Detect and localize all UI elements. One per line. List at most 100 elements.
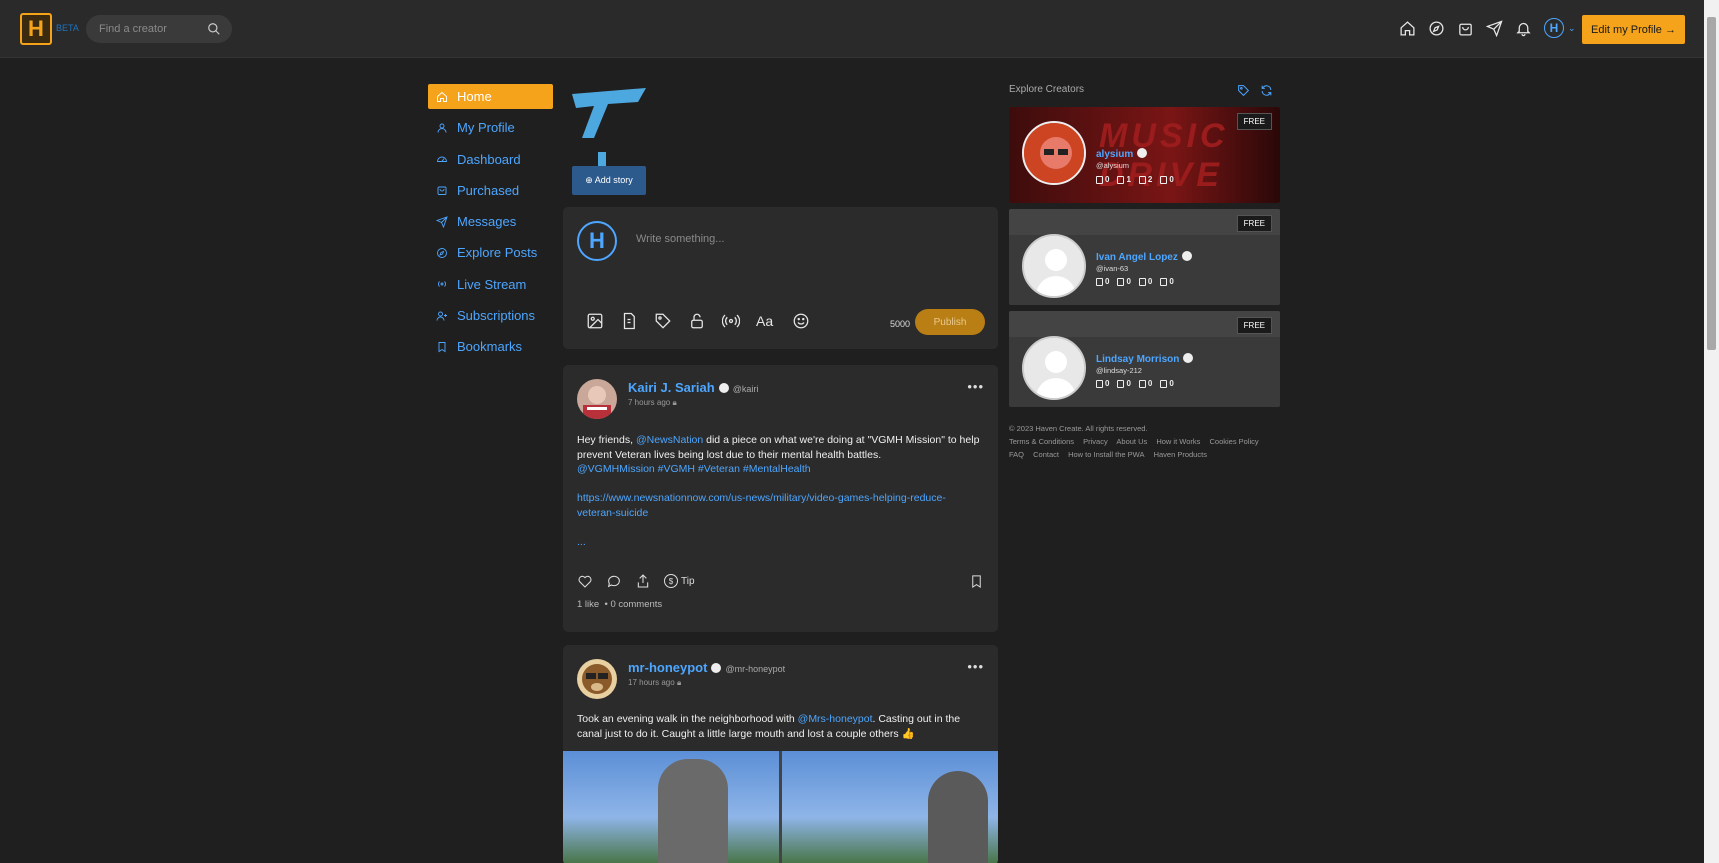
footer-link-how-it-works[interactable]: How it Works [1156, 437, 1200, 446]
stat-value: 0 [1126, 379, 1131, 388]
tip-button[interactable]: $ Tip [664, 574, 695, 588]
creator-stats: 0 1 2 0 [1096, 175, 1174, 184]
sidebar-item-home[interactable]: Home [428, 84, 553, 109]
posts-stat: 0 [1096, 175, 1109, 184]
footer-link-contact[interactable]: Contact [1033, 450, 1059, 459]
post-author-handle: @kairi [732, 384, 759, 394]
emoji-icon[interactable] [792, 312, 810, 330]
image-icon[interactable] [586, 312, 604, 330]
creator-name-text: alysium [1096, 149, 1134, 160]
post-author-avatar[interactable] [577, 379, 617, 419]
tag-icon[interactable] [654, 312, 672, 330]
sidebar-item-dashboard[interactable]: Dashboard [428, 147, 553, 172]
heart-icon[interactable] [577, 573, 593, 589]
hashtag-links[interactable]: @VGMHMission #VGMH #Veteran #MentalHealt… [577, 463, 811, 475]
tag-icon[interactable] [1237, 84, 1250, 97]
chevron-down-icon[interactable]: ⌄ [1568, 23, 1576, 34]
creator-avatar[interactable] [1022, 121, 1086, 185]
search-icon[interactable] [207, 22, 221, 36]
post-text: Hey friends, [577, 434, 636, 446]
publish-button[interactable]: Publish [915, 309, 985, 335]
story-artwork[interactable] [568, 86, 648, 166]
lock-icon: 🔒︎ [672, 398, 677, 407]
sidebar-item-live-stream[interactable]: Live Stream [428, 272, 553, 297]
creator-stats: 0 0 0 0 [1096, 379, 1174, 388]
mic-icon [1160, 175, 1168, 184]
compass-icon[interactable] [1428, 20, 1445, 37]
avatar-letter: H [589, 228, 605, 253]
video-icon [1138, 277, 1146, 286]
creator-avatar[interactable] [1022, 336, 1086, 400]
sidebar-item-bookmarks[interactable]: Bookmarks [428, 334, 553, 359]
file-icon[interactable] [620, 312, 638, 330]
creator-card[interactable]: FREE Lindsay Morrison @lindsay-212 0 0 0… [1009, 311, 1280, 407]
creator-name[interactable]: Ivan Angel Lopez [1096, 251, 1192, 263]
send-icon[interactable] [1486, 19, 1503, 37]
bag-icon[interactable] [1457, 20, 1474, 37]
mention-link[interactable]: @Mrs-honeypot [798, 713, 873, 725]
user-avatar[interactable]: H [1544, 18, 1564, 38]
footer-links: Terms & Conditions Privacy About Us How … [1009, 435, 1266, 448]
home-icon[interactable] [1399, 20, 1416, 37]
stat-value: 0 [1105, 175, 1110, 184]
footer-link-haven-products[interactable]: Haven Products [1154, 450, 1207, 459]
post-author-avatar[interactable] [577, 659, 617, 699]
creator-avatar[interactable] [1022, 234, 1086, 298]
footer-link-cookies[interactable]: Cookies Policy [1209, 437, 1258, 446]
edit-profile-button[interactable]: Edit my Profile → [1582, 15, 1685, 44]
more-options-icon[interactable]: ••• [967, 379, 984, 394]
post-photo[interactable] [563, 751, 998, 863]
creator-card[interactable]: FREE Ivan Angel Lopez @ivan-63 0 0 0 0 [1009, 209, 1280, 305]
broadcast-icon [438, 281, 446, 288]
beta-label: BETA [56, 23, 79, 33]
video-icon [1138, 175, 1146, 184]
footer-link-faq[interactable]: FAQ [1009, 450, 1024, 459]
sidebar-item-label: Subscriptions [457, 308, 536, 324]
broadcast-icon[interactable] [722, 312, 740, 330]
stat-value: 0 [1169, 277, 1174, 286]
post-author-name[interactable]: mr-honeypot @mr-honeypot [628, 660, 785, 675]
stat-value: 0 [1105, 379, 1110, 388]
comment-icon[interactable] [606, 573, 622, 589]
composer-input[interactable]: Write something... [636, 233, 724, 245]
article-link[interactable]: https://www.newsnationnow.com/us-news/mi… [577, 492, 946, 519]
creator-card[interactable]: MUSIC DRIVE FREE alysium @alysium 0 1 2 … [1009, 107, 1280, 203]
bag-icon [437, 186, 447, 196]
like-count[interactable]: 1 like [577, 599, 599, 610]
mention-link[interactable]: @NewsNation [636, 434, 703, 446]
dashboard-icon [437, 156, 447, 163]
creator-name[interactable]: alysium [1096, 148, 1148, 160]
sidebar-item-purchased[interactable]: Purchased [428, 178, 553, 203]
footer-link-terms[interactable]: Terms & Conditions [1009, 437, 1074, 446]
sidebar-item-my-profile[interactable]: My Profile [428, 115, 553, 140]
footer-link-about[interactable]: About Us [1116, 437, 1147, 446]
post-author-handle: @mr-honeypot [725, 664, 786, 674]
comment-count[interactable]: 0 comments [610, 599, 662, 610]
page-scrollbar[interactable] [1704, 0, 1719, 863]
sidebar-item-subscriptions[interactable]: Subscriptions [428, 303, 553, 328]
text-format-icon[interactable]: Aa [756, 313, 776, 329]
logo[interactable]: H [20, 13, 52, 45]
author-name-text: Kairi J. Sariah [628, 380, 715, 395]
share-icon[interactable] [635, 573, 651, 589]
footer-link-privacy[interactable]: Privacy [1083, 437, 1108, 446]
creator-name[interactable]: Lindsay Morrison [1096, 353, 1194, 365]
lock-icon[interactable] [688, 312, 706, 330]
creator-handle: @alysium [1096, 161, 1130, 170]
bookmark-button[interactable] [969, 573, 984, 595]
file-icon [1096, 175, 1103, 184]
read-more-link[interactable]: ... [577, 536, 586, 548]
videos-stat: 0 [1138, 379, 1152, 388]
post-author-name[interactable]: Kairi J. Sariah @kairi [628, 380, 758, 395]
add-story-button[interactable]: ⊕ Add story [572, 166, 646, 195]
post-timestamp: 17 hours ago 🔒︎ [628, 678, 681, 688]
more-options-icon[interactable]: ••• [967, 659, 984, 674]
sidebar-item-explore-posts[interactable]: Explore Posts [428, 240, 553, 265]
scrollbar-thumb[interactable] [1707, 17, 1716, 350]
bell-icon[interactable] [1515, 20, 1532, 37]
footer-link-install-pwa[interactable]: How to Install the PWA [1068, 450, 1144, 459]
composer-tools: Aa [586, 312, 810, 330]
sidebar-item-messages[interactable]: Messages [428, 209, 553, 234]
refresh-icon[interactable] [1260, 84, 1273, 97]
post-body: Hey friends, @NewsNation did a piece on … [577, 433, 982, 549]
